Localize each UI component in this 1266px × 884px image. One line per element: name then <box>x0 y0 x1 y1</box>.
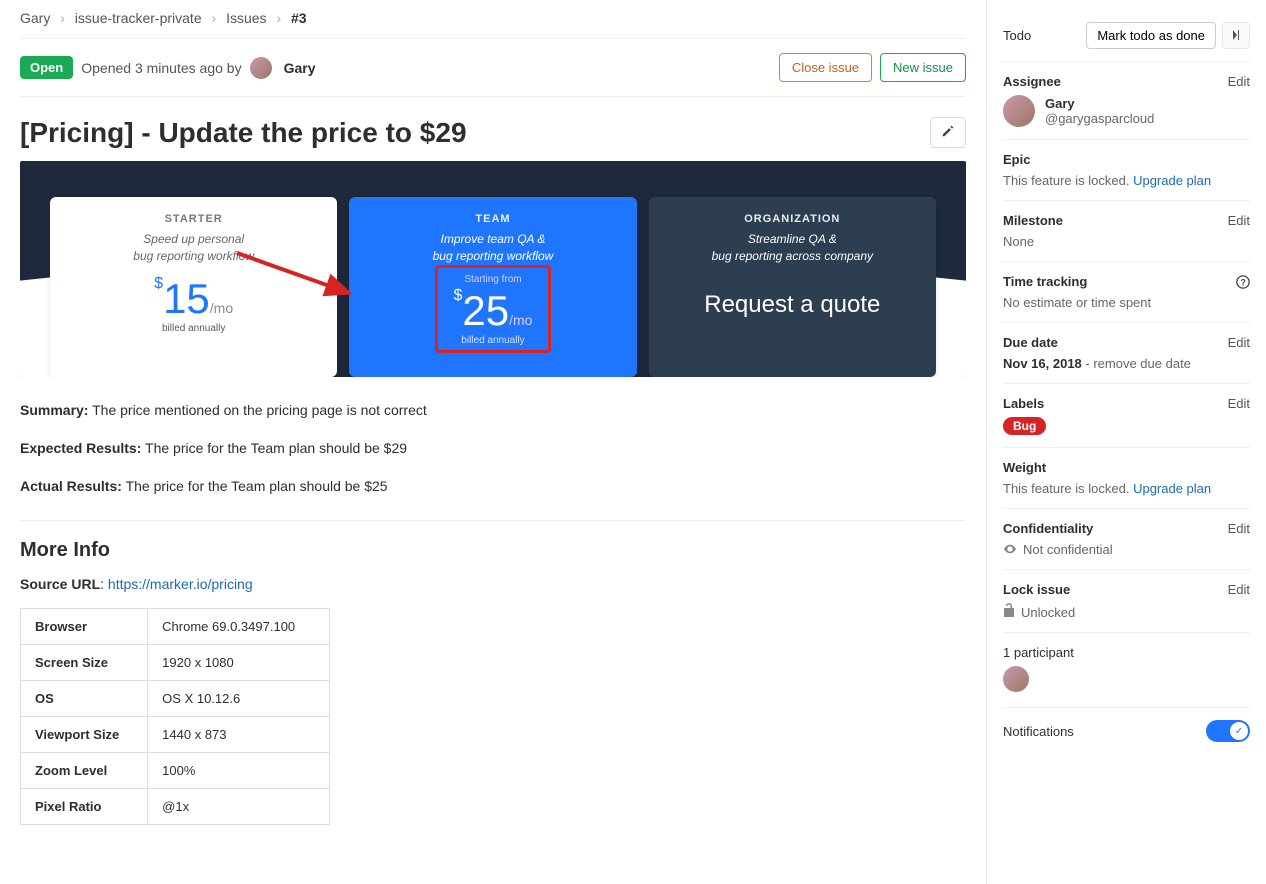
table-row: Viewport Size1440 x 873 <box>21 717 330 753</box>
assignee-edit[interactable]: Edit <box>1228 74 1250 89</box>
lock-issue-label: Lock issue <box>1003 582 1070 597</box>
milestone-value: None <box>1003 234 1250 249</box>
annotation-arrow <box>229 247 369 317</box>
author-name[interactable]: Gary <box>284 60 316 76</box>
unlock-icon <box>1003 603 1015 617</box>
labels-label: Labels <box>1003 396 1044 411</box>
source-url-line: Source URL: https://marker.io/pricing <box>20 576 966 592</box>
upgrade-plan-link[interactable]: Upgrade plan <box>1133 173 1211 188</box>
source-url-link[interactable]: https://marker.io/pricing <box>108 576 253 592</box>
label-bug[interactable]: Bug <box>1003 417 1046 435</box>
issue-description: Summary: The price mentioned on the pric… <box>20 399 966 498</box>
table-row: BrowserChrome 69.0.3497.100 <box>21 609 330 645</box>
confidentiality-value: Not confidential <box>1023 542 1113 557</box>
time-tracking-label: Time tracking <box>1003 274 1087 289</box>
confidentiality-label: Confidentiality <box>1003 521 1093 536</box>
mark-todo-done-button[interactable]: Mark todo as done <box>1086 22 1216 49</box>
close-issue-button[interactable]: Close issue <box>779 53 872 82</box>
breadcrumb-section[interactable]: Issues <box>226 10 266 26</box>
sidebar-collapse-button[interactable] <box>1222 22 1250 49</box>
sidebar: Todo Mark todo as done Assignee Edit Gary… <box>986 0 1266 884</box>
help-icon[interactable]: ? <box>1236 275 1250 289</box>
due-date-value: Nov 16, 2018 <box>1003 356 1082 371</box>
status-badge: Open <box>20 56 73 79</box>
notifications-toggle[interactable]: ✓ <box>1206 720 1250 742</box>
new-issue-button[interactable]: New issue <box>880 53 966 82</box>
breadcrumb-repo[interactable]: issue-tracker-private <box>75 10 202 26</box>
assignee-label: Assignee <box>1003 74 1061 89</box>
breadcrumb: Gary › issue-tracker-private › Issues › … <box>20 10 966 39</box>
milestone-label: Milestone <box>1003 213 1063 228</box>
edit-title-button[interactable] <box>930 117 966 148</box>
divider <box>20 520 966 521</box>
issue-meta-row: Open Opened 3 minutes ago by Gary Close … <box>20 39 966 97</box>
table-row: Pixel Ratio@1x <box>21 789 330 825</box>
annotation-highlight: Starting from $25/mo billed annually <box>435 265 552 353</box>
assignee-name[interactable]: Gary <box>1045 96 1154 111</box>
assignee-handle: @garygasparcloud <box>1045 111 1154 126</box>
labels-edit[interactable]: Edit <box>1228 396 1250 411</box>
table-row: Zoom Level100% <box>21 753 330 789</box>
due-date-label: Due date <box>1003 335 1058 350</box>
notifications-label: Notifications <box>1003 724 1074 739</box>
todo-label: Todo <box>1003 28 1031 43</box>
pencil-icon <box>941 124 955 138</box>
chevron-right-icon <box>1231 30 1241 40</box>
confidentiality-edit[interactable]: Edit <box>1228 521 1250 536</box>
issue-screenshot: STARTER Speed up personalbug reporting w… <box>20 161 966 377</box>
environment-table: BrowserChrome 69.0.3497.100Screen Size19… <box>20 608 330 825</box>
opened-ago: Opened 3 minutes ago by <box>81 60 241 76</box>
lock-issue-value: Unlocked <box>1021 605 1075 620</box>
remove-due-date[interactable]: - remove due date <box>1085 356 1191 371</box>
milestone-edit[interactable]: Edit <box>1228 213 1250 228</box>
weight-label: Weight <box>1003 460 1046 475</box>
participant-avatar[interactable] <box>1003 666 1029 692</box>
svg-text:?: ? <box>1240 277 1245 287</box>
due-date-edit[interactable]: Edit <box>1228 335 1250 350</box>
author-avatar[interactable] <box>250 57 272 79</box>
epic-label: Epic <box>1003 152 1030 167</box>
more-info-heading: More Info <box>20 539 966 562</box>
issue-title: [Pricing] - Update the price to $29 <box>20 117 467 149</box>
upgrade-plan-link-2[interactable]: Upgrade plan <box>1133 481 1211 496</box>
pricing-card-team: TEAM Improve team QA &bug reporting work… <box>349 197 636 377</box>
lock-issue-edit[interactable]: Edit <box>1228 582 1250 597</box>
eye-icon <box>1003 544 1017 554</box>
breadcrumb-user[interactable]: Gary <box>20 10 50 26</box>
breadcrumb-id: #3 <box>291 10 307 26</box>
table-row: Screen Size1920 x 1080 <box>21 645 330 681</box>
time-tracking-value: No estimate or time spent <box>1003 295 1250 310</box>
table-row: OSOS X 10.12.6 <box>21 681 330 717</box>
participants-label: 1 participant <box>1003 645 1250 660</box>
pricing-card-org: ORGANIZATION Streamline QA &bug reportin… <box>649 197 936 377</box>
assignee-avatar[interactable] <box>1003 95 1035 127</box>
